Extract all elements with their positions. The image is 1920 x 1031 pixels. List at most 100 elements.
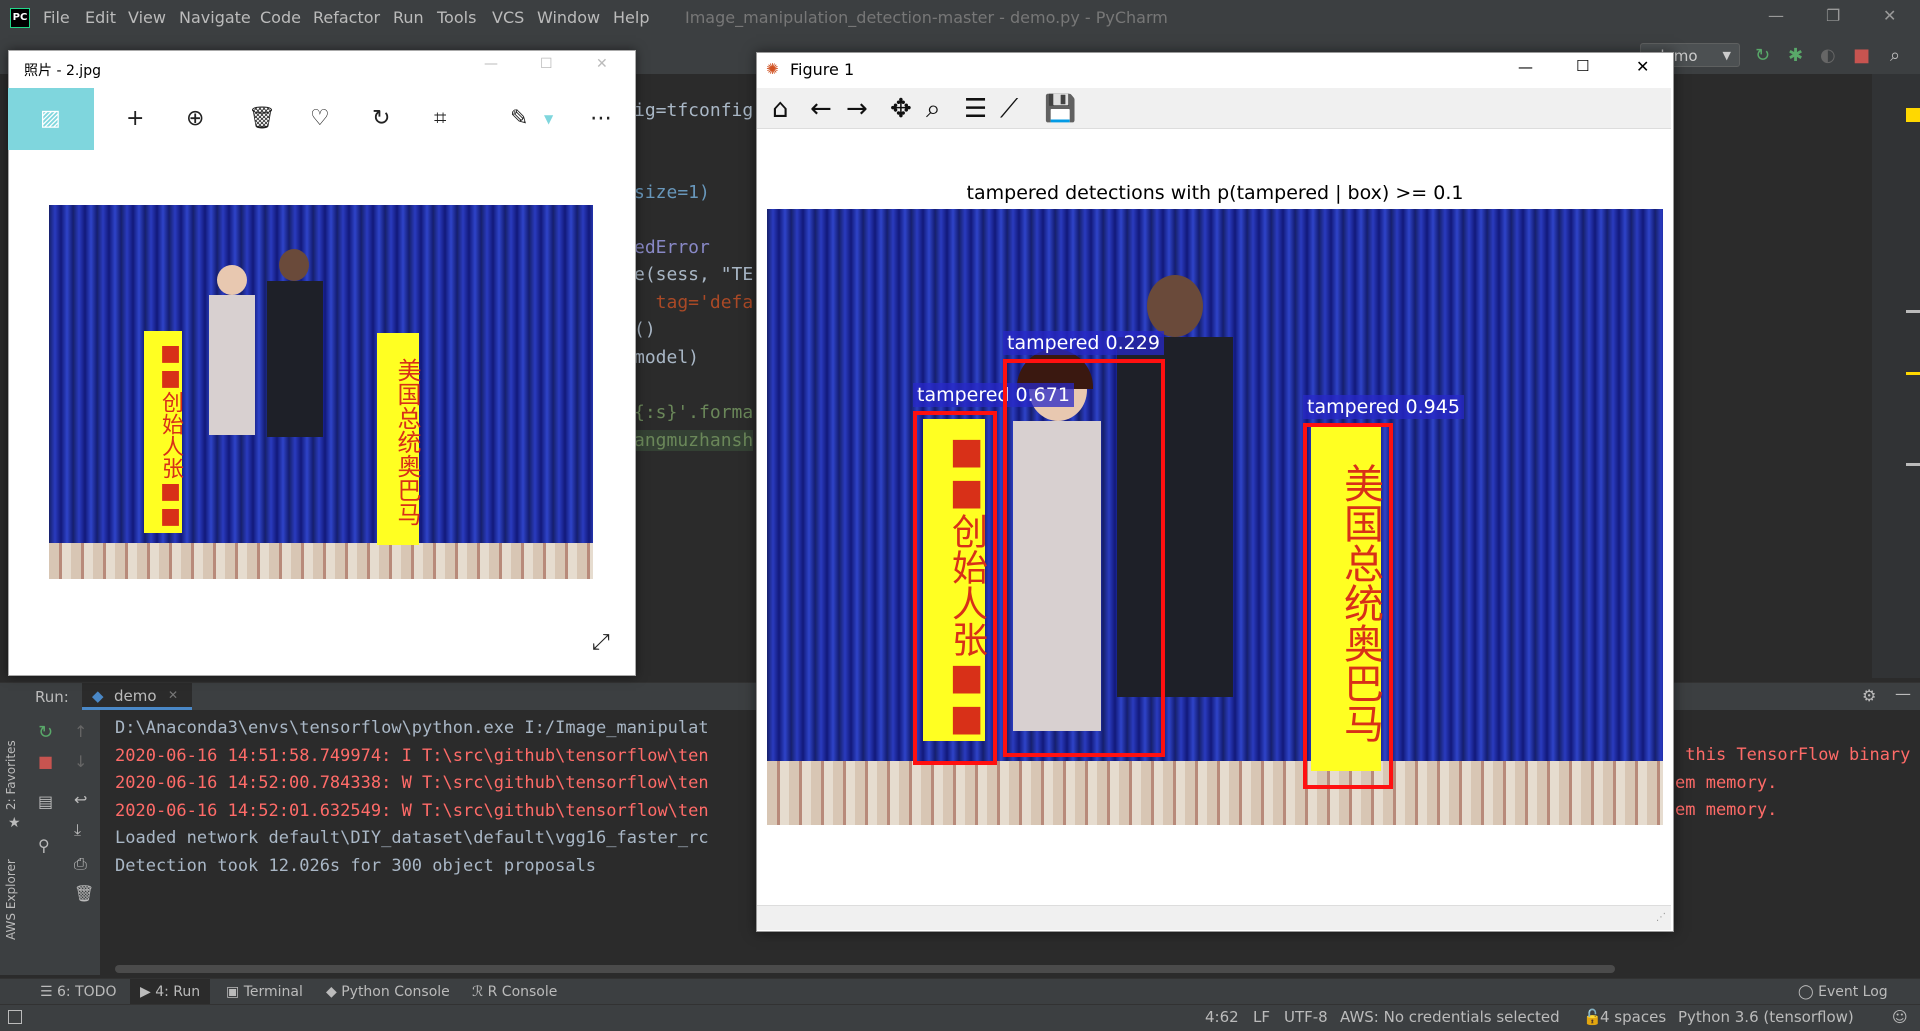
code-line[interactable]: () xyxy=(634,319,656,340)
minimize-icon[interactable]: — xyxy=(484,56,498,72)
man-head xyxy=(1147,275,1203,337)
caret-position[interactable]: 4:62 xyxy=(1205,1008,1239,1026)
pycharm-logo-icon: PC xyxy=(10,8,30,28)
todo-tab[interactable]: ☰ 6: TODO xyxy=(40,984,116,1000)
code-line[interactable]: angmuzhansh xyxy=(634,430,754,451)
edit-create-icon[interactable]: ✎ xyxy=(510,106,528,131)
horizontal-scrollbar[interactable] xyxy=(115,965,1615,973)
up-arrow-icon[interactable]: ↑ xyxy=(74,722,87,741)
expand-icon[interactable]: ⤢ xyxy=(592,630,610,655)
figure-statusbar xyxy=(757,905,1671,930)
code-line[interactable]: size=1) xyxy=(634,182,710,203)
pin-icon[interactable]: ⚲ xyxy=(38,836,50,855)
rerun-icon[interactable]: ↻ xyxy=(1755,45,1770,66)
favorite-icon[interactable]: ♡ xyxy=(310,106,330,131)
back-icon[interactable]: ← xyxy=(810,94,832,124)
delete-icon[interactable]: 🗑 xyxy=(248,106,276,131)
resize-grip-icon[interactable]: ⋰ xyxy=(1656,912,1666,923)
zoom-icon[interactable]: ⌕ xyxy=(926,94,941,125)
close-icon[interactable]: ✕ xyxy=(1636,57,1649,76)
detection-box-1 xyxy=(913,411,997,765)
menu-window[interactable]: Window xyxy=(537,8,600,27)
code-line[interactable]: tag='defa xyxy=(634,292,754,313)
stop-icon[interactable]: ■ xyxy=(1853,45,1870,66)
minimize-icon[interactable]: — xyxy=(1518,58,1533,76)
add-icon[interactable]: + xyxy=(126,106,144,131)
file-encoding[interactable]: UTF-8 xyxy=(1284,1008,1328,1026)
inspector-icon[interactable]: ☺ xyxy=(1892,1008,1908,1026)
console-line-right: em memory. xyxy=(1675,773,1778,793)
console-line: Loaded network default\DIY_dataset\defau… xyxy=(115,828,709,848)
soft-wrap-icon[interactable]: ↩ xyxy=(74,790,87,809)
menu-view[interactable]: View xyxy=(128,8,166,27)
menu-file[interactable]: File xyxy=(43,8,70,27)
chevron-down-icon[interactable]: ▼ xyxy=(544,112,553,126)
scroll-end-icon[interactable]: ⤓ xyxy=(74,820,81,840)
menu-vcs[interactable]: VCS xyxy=(492,8,524,27)
lock-icon[interactable]: 🔓 xyxy=(1583,1008,1602,1026)
code-line[interactable]: e(sess, "TE xyxy=(634,264,753,285)
aws-status[interactable]: AWS: No credentials selected xyxy=(1340,1008,1560,1026)
code-line[interactable]: edError xyxy=(634,237,710,258)
run-tab-demo[interactable]: ◆ demo ✕ xyxy=(82,683,192,710)
restore-icon[interactable]: ❐ xyxy=(1826,6,1840,25)
home-icon[interactable]: ⌂ xyxy=(772,94,789,124)
rerun-icon[interactable]: ↻ xyxy=(38,722,53,743)
console-line: Detection took 12.026s for 300 object pr… xyxy=(115,855,597,876)
menu-run[interactable]: Run xyxy=(393,8,424,27)
close-icon[interactable]: ✕ xyxy=(1883,6,1896,25)
indent-setting[interactable]: 4 spaces xyxy=(1600,1008,1666,1026)
subplots-icon[interactable]: ☰ xyxy=(964,94,987,124)
stripe-marker[interactable] xyxy=(1906,372,1920,375)
menu-help[interactable]: Help xyxy=(613,8,649,27)
menu-navigate[interactable]: Navigate xyxy=(179,8,251,27)
down-arrow-icon[interactable]: ↓ xyxy=(74,752,87,771)
python-console-tab[interactable]: ◆ Python Console xyxy=(326,984,450,1000)
trash-icon[interactable]: 🗑 xyxy=(74,884,94,903)
maximize-icon[interactable]: ☐ xyxy=(540,56,553,72)
code-line[interactable]: model) xyxy=(634,347,699,368)
save-icon[interactable]: 💾 xyxy=(1044,94,1076,124)
menu-tools[interactable]: Tools xyxy=(437,8,476,27)
debug-icon[interactable]: ✱ xyxy=(1788,45,1803,66)
menu-refactor[interactable]: Refactor xyxy=(313,8,380,27)
photo-icon: ▨ xyxy=(40,106,61,131)
aws-explorer-tab[interactable]: AWS Explorer xyxy=(4,859,18,940)
stripe-marker[interactable] xyxy=(1906,310,1920,313)
stripe-marker[interactable] xyxy=(1906,463,1920,466)
stop-icon[interactable]: ■ xyxy=(38,752,53,771)
maximize-icon[interactable]: ☐ xyxy=(1576,57,1589,75)
more-icon[interactable]: ⋯ xyxy=(590,106,612,131)
interpreter[interactable]: Python 3.6 (tensorflow) xyxy=(1678,1008,1854,1026)
line-separator[interactable]: LF xyxy=(1253,1008,1270,1026)
code-line[interactable]: {:s}'.forma xyxy=(634,402,753,423)
r-console-tab[interactable]: ℛ R Console xyxy=(472,984,557,1000)
terminal-tab[interactable]: ▣ Terminal xyxy=(226,984,303,1000)
detection-label-3: tampered 0.945 xyxy=(1303,395,1464,419)
print-icon[interactable]: ⎙ xyxy=(74,854,87,874)
gear-icon[interactable]: ⚙ xyxy=(1862,686,1876,705)
rotate-icon[interactable]: ↻ xyxy=(372,106,390,131)
minimize-icon[interactable]: — xyxy=(1768,6,1784,25)
coverage-icon[interactable]: ◐ xyxy=(1820,45,1836,66)
search-icon[interactable]: ⌕ xyxy=(1890,45,1900,66)
menu-code[interactable]: Code xyxy=(260,8,301,27)
close-icon[interactable]: ✕ xyxy=(596,56,608,72)
event-log-tab[interactable]: ◯ Event Log xyxy=(1798,984,1888,1000)
pan-icon[interactable]: ✥ xyxy=(890,94,912,124)
layout-toggle-icon[interactable] xyxy=(8,1010,22,1024)
customize-icon[interactable]: ⟋ xyxy=(1000,94,1018,125)
layout-icon[interactable]: ▤ xyxy=(38,792,53,811)
zoom-icon[interactable]: ⊕ xyxy=(186,106,204,131)
menu-edit[interactable]: Edit xyxy=(85,8,116,27)
hide-icon[interactable]: — xyxy=(1895,684,1911,703)
window-title: Image_manipulation_detection-master - de… xyxy=(685,8,1168,27)
run-tool-tab[interactable]: ▶ 4: Run xyxy=(140,984,200,1000)
figure-title: Figure 1 xyxy=(790,60,855,79)
crop-icon[interactable]: ⌗ xyxy=(434,106,446,131)
close-tab-icon[interactable]: ✕ xyxy=(168,688,178,702)
code-line[interactable]: ig=tfconfig xyxy=(634,100,753,121)
banner-right: 美国总统奥巴马 xyxy=(377,333,421,545)
forward-icon[interactable]: → xyxy=(846,94,868,124)
warning-marker-icon[interactable] xyxy=(1906,108,1920,122)
